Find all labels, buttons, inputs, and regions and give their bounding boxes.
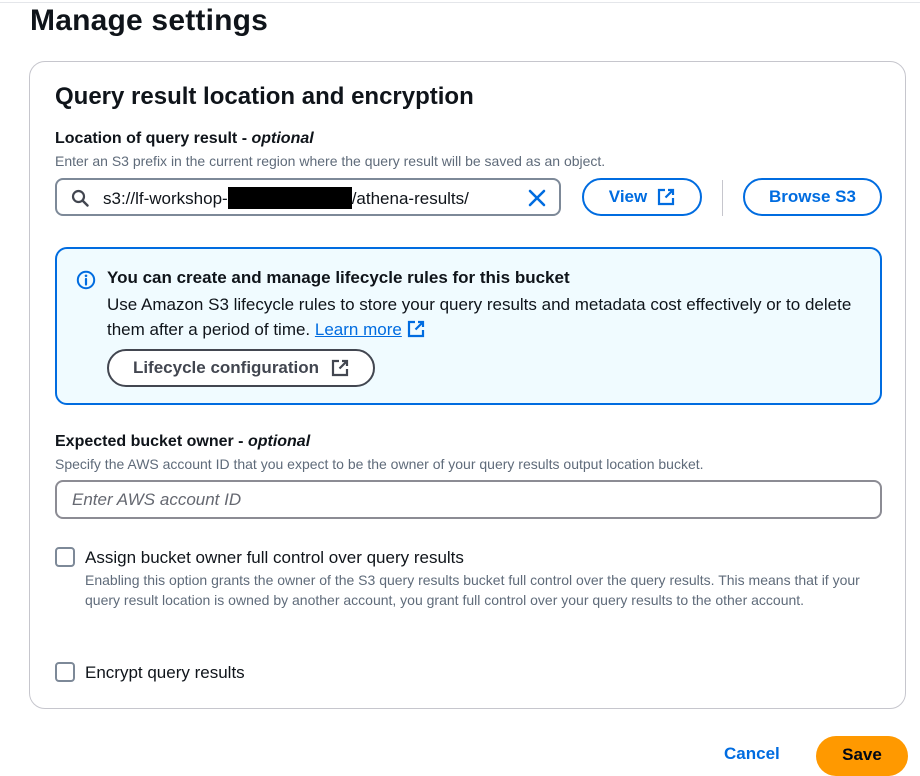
query-location-input[interactable]: s3://lf-workshop-/athena-results/ [55, 178, 561, 216]
full-control-checkbox[interactable] [55, 547, 75, 567]
external-link-icon [331, 359, 349, 377]
search-icon [71, 189, 89, 207]
full-control-label[interactable]: Assign bucket owner full control over qu… [85, 548, 464, 568]
section-title: Query result location and encryption [55, 83, 474, 110]
top-divider [0, 2, 920, 3]
full-control-description: Enabling this option grants the owner of… [85, 572, 860, 608]
external-link-icon[interactable] [407, 320, 425, 338]
close-icon[interactable] [527, 188, 547, 208]
lifecycle-configuration-button[interactable]: Lifecycle configuration [107, 349, 375, 387]
page-title: Manage settings [30, 4, 269, 37]
save-button[interactable]: Save [816, 736, 908, 776]
encrypt-checkbox[interactable] [55, 662, 75, 682]
info-icon [76, 270, 96, 290]
browse-s3-button[interactable]: Browse S3 [743, 178, 882, 216]
info-alert-body: Use Amazon S3 lifecycle rules to store y… [107, 295, 852, 339]
cancel-button[interactable]: Cancel [724, 744, 780, 764]
view-button[interactable]: View [582, 178, 702, 216]
bucket-owner-description: Specify the AWS account ID that you expe… [55, 456, 704, 472]
query-location-description: Enter an S3 prefix in the current region… [55, 153, 606, 169]
learn-more-link[interactable]: Learn more [315, 320, 402, 339]
query-location-label: Location of query result - optional [55, 130, 314, 147]
redacted-bucket-name [227, 187, 352, 209]
bucket-owner-label: Expected bucket owner - optional [55, 433, 311, 450]
external-link-icon [658, 188, 675, 206]
encrypt-label[interactable]: Encrypt query results [85, 663, 245, 683]
optional-tag: optional [247, 433, 311, 450]
button-divider [722, 180, 723, 216]
info-alert-title: You can create and manage lifecycle rule… [107, 268, 570, 287]
optional-tag: optional [251, 130, 314, 147]
account-id-input[interactable] [55, 480, 882, 519]
query-location-value[interactable]: s3://lf-workshop-/athena-results/ [103, 187, 469, 209]
